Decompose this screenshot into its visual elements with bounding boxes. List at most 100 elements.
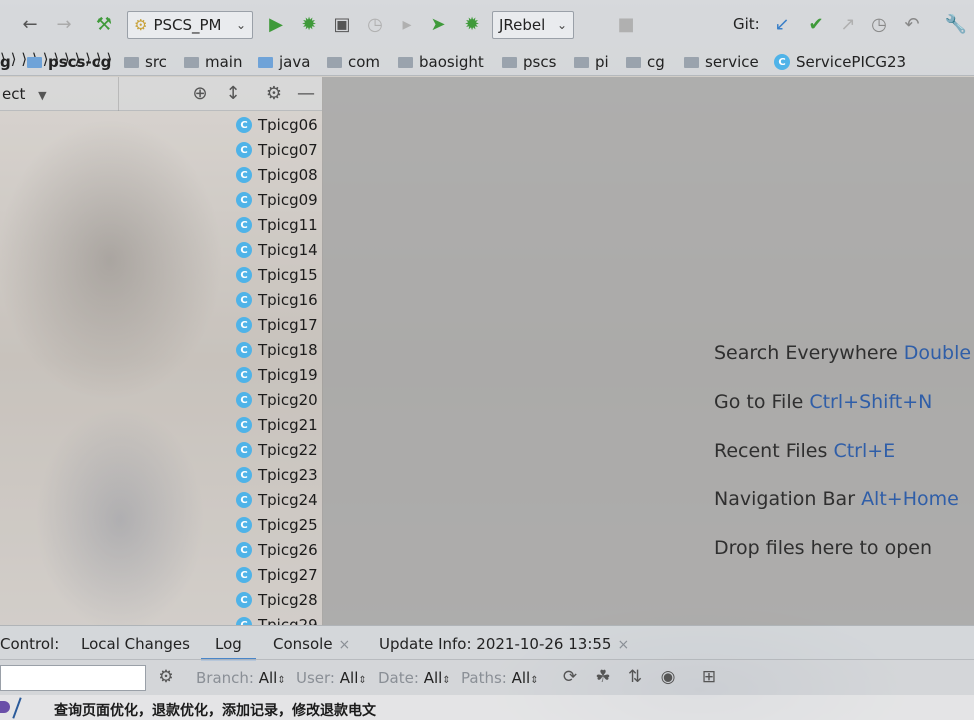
user-filter[interactable]: User: All⇕: [296, 669, 367, 687]
tree-item[interactable]: C Tpicg06: [236, 114, 318, 136]
updown-arrow-icon: ⇕: [358, 675, 367, 686]
chevron-down-icon: ⌄: [235, 18, 246, 32]
tree-item-label: Tpicg27: [258, 566, 318, 584]
project-tree[interactable]: C Tpicg06 C Tpicg07 C Tpicg08 C Tpicg09 C Tpi…: [0, 111, 322, 625]
commit-log-row[interactable]: 查询页面优化，退款优化，添加记录，修改退款电文: [0, 695, 974, 720]
class-icon: C: [236, 567, 252, 583]
tree-item[interactable]: C Tpicg22: [236, 439, 318, 461]
close-icon[interactable]: ×: [339, 637, 351, 653]
git-commit-icon[interactable]: ✔: [804, 13, 828, 37]
tree-item[interactable]: C Tpicg27: [236, 564, 318, 586]
tree-item[interactable]: C Tpicg07: [236, 139, 318, 161]
branch-filter[interactable]: Branch: All⇕: [196, 669, 286, 687]
tree-item-label: Tpicg09: [258, 191, 318, 209]
breadcrumb-item-root[interactable]: g: [0, 52, 11, 72]
breadcrumb-item-main[interactable]: main: [184, 52, 242, 72]
jrebel-run-icon[interactable]: ➤: [426, 13, 450, 37]
breadcrumb-label: src: [145, 53, 167, 71]
tree-item[interactable]: C Tpicg15: [236, 264, 318, 286]
debug-bug-icon[interactable]: ✹: [297, 13, 321, 37]
breadcrumb-item-service[interactable]: service: [684, 52, 759, 72]
tree-item[interactable]: C Tpicg23: [236, 464, 318, 486]
forward-arrow-icon[interactable]: →: [52, 13, 76, 37]
breadcrumb-item-baosight[interactable]: baosight: [398, 52, 484, 72]
tree-item[interactable]: C Tpicg25: [236, 514, 318, 536]
breadcrumb-item-cg[interactable]: cg: [626, 52, 665, 72]
jrebel-combo-label: JRebel: [499, 16, 546, 34]
log-search-input[interactable]: [0, 665, 146, 691]
tree-item[interactable]: C Tpicg26: [236, 539, 318, 561]
build-hammer-icon[interactable]: ⚒: [92, 13, 116, 37]
new-tab-icon[interactable]: ⊞: [698, 667, 720, 687]
back-arrow-icon[interactable]: ←: [18, 13, 42, 37]
close-icon[interactable]: ×: [617, 637, 629, 653]
project-view-selector[interactable]: ect ▼: [2, 85, 47, 103]
history-clock-icon[interactable]: ◷: [867, 13, 891, 37]
editor-empty-area[interactable]: Search Everywhere Double Go to File Ctrl…: [323, 77, 974, 625]
gear-icon[interactable]: ⚙: [155, 667, 177, 687]
hint-shortcut: Alt+Home: [861, 488, 959, 510]
tree-item[interactable]: C Tpicg21: [236, 414, 318, 436]
paths-filter[interactable]: Paths: All⇕: [461, 669, 539, 687]
tree-item[interactable]: C Tpicg28: [236, 589, 318, 611]
locate-target-icon[interactable]: ⊕: [189, 83, 211, 104]
settings-wrench-icon[interactable]: 🔧: [944, 13, 968, 37]
date-filter[interactable]: Date: All⇕: [378, 669, 451, 687]
tree-item[interactable]: C Tpicg19: [236, 364, 318, 386]
tab-console[interactable]: Console ×: [273, 635, 350, 653]
filter-value: All: [339, 669, 359, 687]
breadcrumb-item-java[interactable]: java: [258, 52, 310, 72]
profile-icon[interactable]: ◷: [363, 13, 387, 37]
tree-item[interactable]: C Tpicg29: [236, 614, 318, 625]
jrebel-debug-icon[interactable]: ✹: [460, 13, 484, 37]
log-filter-bar: ⚙ Branch: All⇕ User: All⇕ Date: All⇕ Pat…: [0, 659, 974, 695]
tree-item-label: Tpicg15: [258, 266, 318, 284]
tab-log[interactable]: Log: [201, 635, 256, 661]
git-push-icon[interactable]: ↗: [836, 13, 860, 37]
rollback-icon[interactable]: ↶: [900, 13, 924, 37]
hint-search-everywhere: Search Everywhere Double: [714, 342, 971, 364]
hint-go-to-file: Go to File Ctrl+Shift+N: [714, 391, 932, 413]
run-icon[interactable]: ▶: [264, 13, 288, 37]
source-folder-icon: [258, 56, 273, 68]
git-update-icon[interactable]: ↙: [770, 13, 794, 37]
coverage-icon[interactable]: ▣: [330, 13, 354, 37]
class-icon: C: [774, 54, 790, 70]
breadcrumb-item-com[interactable]: com: [327, 52, 380, 72]
jrebel-combo[interactable]: JRebel ⌄: [492, 11, 574, 39]
hint-navigation-bar: Navigation Bar Alt+Home: [714, 488, 959, 510]
package-icon: [398, 56, 413, 68]
eye-icon[interactable]: ◉: [657, 667, 679, 687]
tab-local-changes[interactable]: Local Changes: [81, 635, 190, 653]
breadcrumb-item-class[interactable]: C ServicePICG23: [774, 52, 906, 72]
tab-update-info[interactable]: Update Info: 2021-10-26 13:55 ×: [379, 635, 629, 653]
breadcrumb-item-pscs-cg[interactable]: pscs-cg: [27, 52, 111, 72]
tree-item[interactable]: C Tpicg18: [236, 339, 318, 361]
refresh-icon[interactable]: ⟳: [559, 667, 581, 687]
cherry-pick-icon[interactable]: ☘: [592, 667, 614, 687]
tree-item-label: Tpicg24: [258, 491, 318, 509]
tree-item[interactable]: C Tpicg11: [236, 214, 318, 236]
breadcrumb-item-pi[interactable]: pi: [574, 52, 609, 72]
run-configuration-combo[interactable]: ⚙ PSCS_PM ⌄: [127, 11, 253, 39]
sort-arrows-icon[interactable]: ⇅: [624, 667, 646, 687]
tree-item[interactable]: C Tpicg17: [236, 314, 318, 336]
tree-item[interactable]: C Tpicg14: [236, 239, 318, 261]
hint-recent-files: Recent Files Ctrl+E: [714, 440, 895, 462]
filter-label: User:: [296, 669, 335, 687]
tree-item[interactable]: C Tpicg20: [236, 389, 318, 411]
tab-label: Update Info: 2021-10-26 13:55: [379, 635, 612, 653]
breadcrumb-item-pscs[interactable]: pscs: [502, 52, 556, 72]
tree-item[interactable]: C Tpicg16: [236, 289, 318, 311]
tree-item[interactable]: C Tpicg08: [236, 164, 318, 186]
hide-panel-icon[interactable]: —: [295, 83, 317, 104]
gear-icon[interactable]: ⚙: [263, 83, 285, 104]
tree-item-label: Tpicg08: [258, 166, 318, 184]
class-icon: C: [236, 517, 252, 533]
breadcrumb-item-src[interactable]: src: [124, 52, 167, 72]
tree-item[interactable]: C Tpicg24: [236, 489, 318, 511]
tree-item[interactable]: C Tpicg09: [236, 189, 318, 211]
attach-run-icon[interactable]: ▸: [395, 13, 419, 37]
stop-icon[interactable]: ■: [614, 13, 638, 37]
collapse-all-icon[interactable]: ↕: [222, 83, 244, 104]
